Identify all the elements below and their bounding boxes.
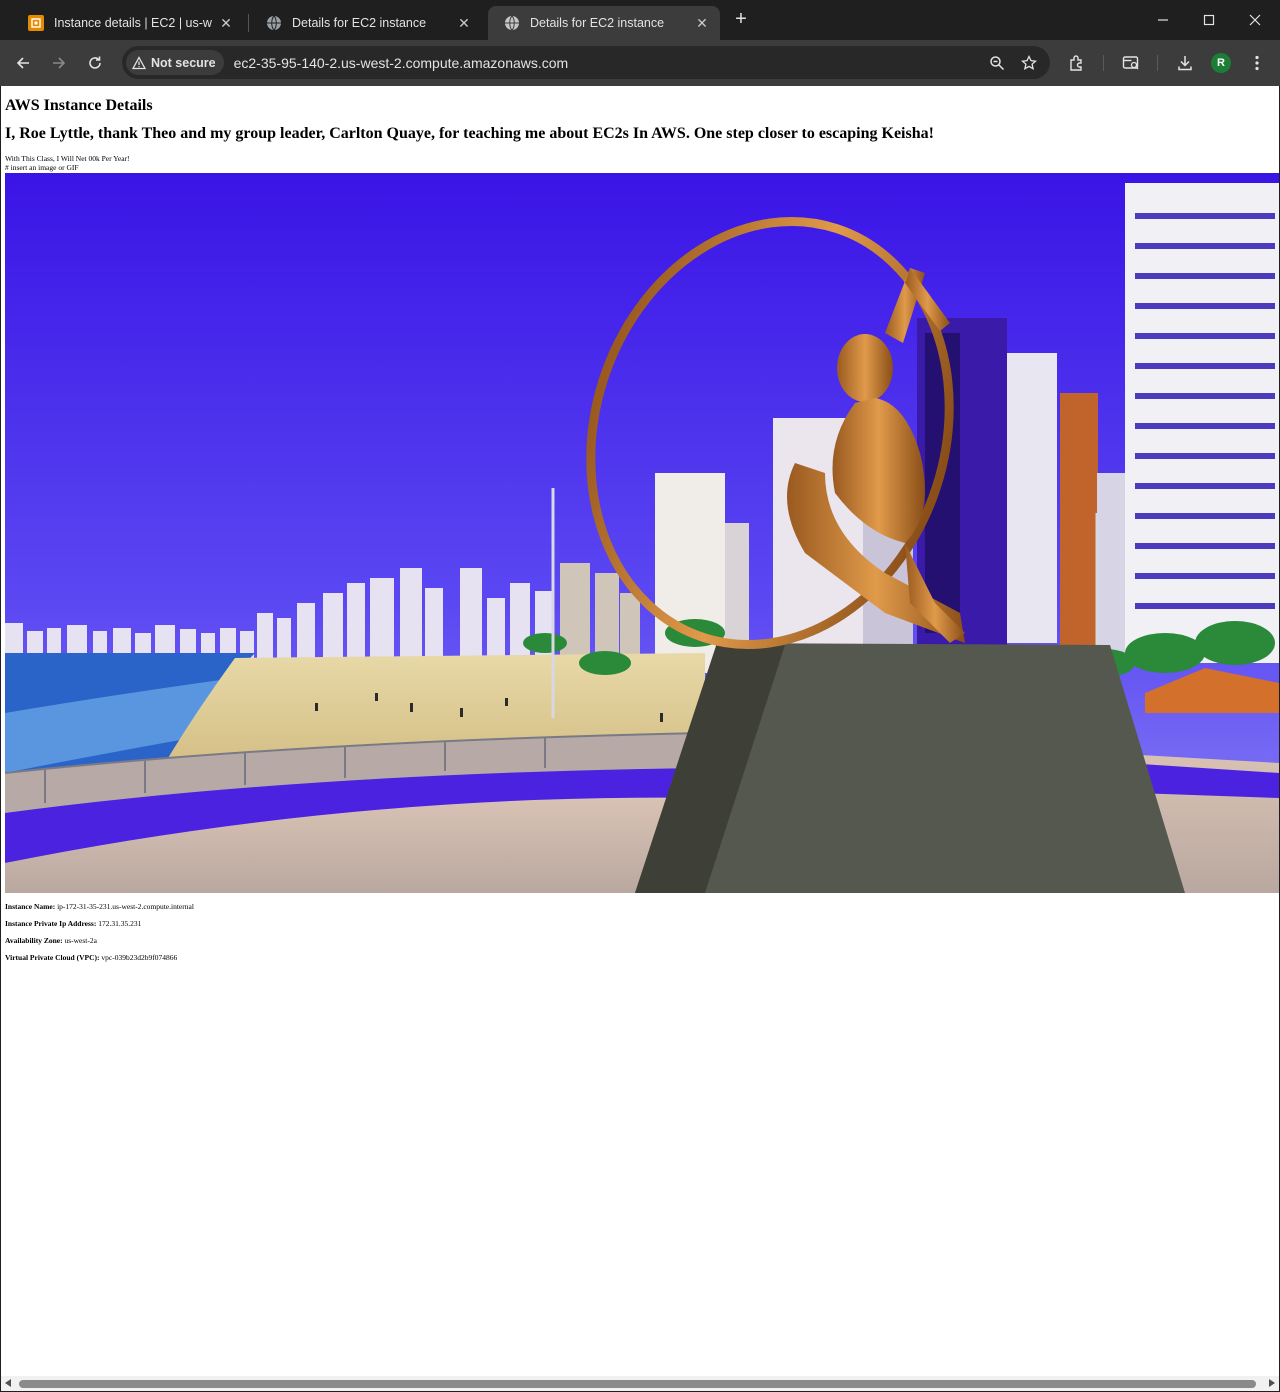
detail-row: Instance Name: ip-172-31-35-231.us-west-…	[5, 902, 194, 911]
tab-separator	[248, 14, 249, 32]
tab-details-ec2-1[interactable]: Details for EC2 instance ✕	[250, 6, 482, 40]
tab-details-ec2-2[interactable]: Details for EC2 instance ✕	[488, 6, 720, 40]
profile-avatar[interactable]: R	[1211, 53, 1231, 73]
close-window-button[interactable]	[1232, 0, 1278, 40]
security-label: Not secure	[151, 55, 216, 70]
tab-ec2-instance-details[interactable]: Instance details | EC2 | us-west-2 ✕	[12, 6, 244, 40]
address-bar[interactable]: Not secure ec2-35-95-140-2.us-west-2.com…	[122, 46, 1050, 79]
globe-icon	[504, 15, 520, 31]
tab-search-icon[interactable]	[1119, 51, 1143, 75]
detail-label: Instance Private Ip Address:	[5, 919, 97, 928]
bookmark-star-icon[interactable]	[1018, 52, 1040, 74]
extensions-icon[interactable]	[1065, 51, 1089, 75]
scroll-left-arrow-icon[interactable]	[5, 1379, 11, 1387]
detail-row: Virtual Private Cloud (VPC): vpc-039b23d…	[5, 953, 177, 962]
detail-label: Virtual Private Cloud (VPC):	[5, 953, 100, 962]
toolbar-separator	[1157, 55, 1158, 71]
menu-kebab-icon[interactable]	[1245, 51, 1269, 75]
browser-toolbar: Not secure ec2-35-95-140-2.us-west-2.com…	[0, 40, 1280, 86]
maximize-button[interactable]	[1186, 0, 1232, 40]
toolbar-separator	[1103, 55, 1104, 71]
scrollbar-thumb[interactable]	[19, 1380, 1256, 1388]
forward-button[interactable]	[47, 51, 71, 75]
detail-label: Availability Zone:	[5, 936, 63, 945]
tab-title: Details for EC2 instance	[292, 16, 427, 30]
detail-value: 172.31.35.231	[98, 919, 142, 928]
security-indicator[interactable]: Not secure	[126, 50, 224, 75]
tab-close-icon[interactable]: ✕	[694, 15, 710, 31]
page-title: AWS Instance Details	[5, 97, 153, 114]
detail-row: Availability Zone: us-west-2a	[5, 936, 97, 945]
tab-strip: Instance details | EC2 | us-west-2 ✕ Det…	[0, 0, 1280, 40]
detail-value: vpc-039b23d2b9f074866	[101, 953, 178, 962]
page-subtitle: I, Roe Lyttle, thank Theo and my group l…	[5, 125, 934, 142]
minimize-button[interactable]	[1140, 0, 1186, 40]
tab-title: Details for EC2 instance	[530, 16, 665, 30]
tab-close-icon[interactable]: ✕	[218, 15, 234, 31]
tagline-text: With This Class, I Will Net 00k Per Year…	[5, 154, 130, 163]
aws-ec2-icon	[28, 15, 44, 31]
reload-button[interactable]	[83, 51, 107, 75]
download-icon[interactable]	[1173, 51, 1197, 75]
scroll-right-arrow-icon[interactable]	[1269, 1379, 1275, 1387]
zoom-icon[interactable]	[986, 52, 1008, 74]
detail-value: us-west-2a	[64, 936, 97, 945]
detail-value: ip-172-31-35-231.us-west-2.compute.inter…	[57, 902, 194, 911]
url-text[interactable]: ec2-35-95-140-2.us-west-2.compute.amazon…	[234, 55, 986, 71]
tab-close-icon[interactable]: ✕	[456, 15, 472, 31]
horizontal-scrollbar[interactable]	[1, 1376, 1279, 1391]
page-viewport: AWS Instance Details I, Roe Lyttle, than…	[1, 86, 1279, 1376]
comment-text: # insert an image or GIF	[5, 163, 79, 172]
back-button[interactable]	[11, 51, 35, 75]
warning-icon	[132, 55, 146, 69]
detail-row: Instance Private Ip Address: 172.31.35.2…	[5, 919, 141, 928]
tab-title: Instance details | EC2 | us-west-2	[54, 16, 212, 30]
new-tab-button[interactable]: +	[730, 8, 752, 32]
globe-icon	[266, 15, 282, 31]
hero-image	[5, 173, 1279, 893]
detail-label: Instance Name:	[5, 902, 56, 911]
